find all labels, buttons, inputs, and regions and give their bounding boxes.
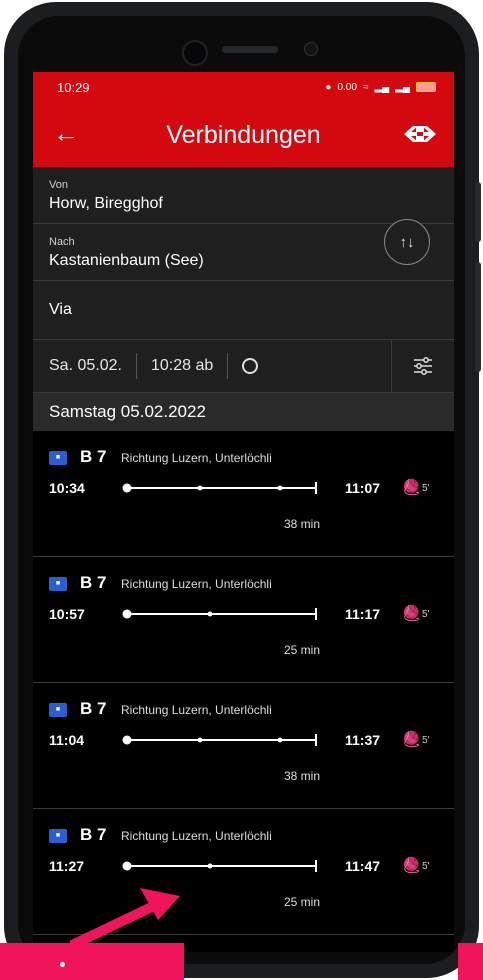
direction: Richtung Luzern, Unterlöchli xyxy=(121,577,272,591)
divider xyxy=(135,353,137,379)
bus-icon: ■ xyxy=(49,451,67,465)
pedestrian-icon: 🧶 xyxy=(402,605,421,622)
volume-button xyxy=(475,262,481,372)
route-form: Von Horw, Biregghof Nach Kastanienbaum (… xyxy=(33,167,454,393)
annotation-bar-right xyxy=(458,943,483,980)
wifi-icon: ≈ xyxy=(362,81,369,93)
connection-list: ■ B 7 Richtung Luzern, Unterlöchli 10:34… xyxy=(33,431,454,935)
line-number: B 7 xyxy=(80,825,107,844)
earpiece-speaker xyxy=(222,46,278,53)
from-value: Horw, Biregghof xyxy=(49,195,163,212)
via-field[interactable]: Via xyxy=(33,281,454,340)
pedestrian-icon: 🧶 xyxy=(402,479,421,496)
filter-sliders-icon xyxy=(414,357,432,375)
from-field[interactable]: Von Horw, Biregghof xyxy=(33,167,454,224)
walk-minutes: 5' xyxy=(422,609,430,620)
duration: 38 min xyxy=(283,769,320,783)
swap-vertical-icon[interactable]: ↑↓ xyxy=(384,219,430,265)
to-value: Kastanienbaum (See) xyxy=(49,252,204,269)
bus-icon: ■ xyxy=(49,577,67,591)
connection-item[interactable]: ■ B 7 Richtung Luzern, Unterlöchli 10:57… xyxy=(33,557,454,683)
arrival-time: 11:37 xyxy=(345,732,381,748)
annotation-dot xyxy=(60,962,65,967)
connection-item[interactable]: ■ B 7 Richtung Luzern, Unterlöchli 10:34… xyxy=(33,431,454,557)
status-icons: ● 0.00 ≈ ▂▄ ▂▄ xyxy=(325,82,436,93)
route-track xyxy=(122,608,317,620)
date-time-bar: Sa. 05.02. 10:28 ab xyxy=(33,340,454,393)
route-track xyxy=(122,734,317,746)
direction: Richtung Luzern, Unterlöchli xyxy=(121,829,272,843)
pedestrian-icon: 🧶 xyxy=(402,731,421,748)
power-button xyxy=(475,182,481,242)
history-icon[interactable] xyxy=(242,358,259,374)
filter-button[interactable] xyxy=(391,340,454,392)
line-number: B 7 xyxy=(80,447,107,466)
time-selector[interactable]: 10:28 ab xyxy=(151,357,213,375)
via-label: Via xyxy=(49,301,72,318)
duration: 25 min xyxy=(283,895,320,909)
arrival-time: 11:47 xyxy=(345,858,381,874)
pedestrian-icon: 🧶 xyxy=(402,857,421,874)
annotation-bar-left xyxy=(0,943,184,980)
page-title: Verbindungen xyxy=(166,121,321,149)
data-speed: 0.00 xyxy=(337,81,357,93)
route-track xyxy=(122,482,317,494)
proximity-sensor xyxy=(304,42,318,56)
connection-item[interactable]: ■ B 7 Richtung Luzern, Unterlöchli 11:04… xyxy=(33,683,454,809)
annotation-arrow-icon xyxy=(70,888,180,948)
walk-minutes: 5' xyxy=(422,483,430,494)
app-screen: 10:29 ● 0.00 ≈ ▂▄ ▂▄ ← Verbindungen Von … xyxy=(33,72,454,952)
status-time: 10:29 xyxy=(57,79,90,95)
arrival-time: 11:07 xyxy=(345,480,381,496)
direction: Richtung Luzern, Unterlöchli xyxy=(121,451,272,465)
battery-icon xyxy=(416,82,436,92)
signal-icon: ▂▄ xyxy=(374,81,390,93)
status-bar: 10:29 ● 0.00 ≈ ▂▄ ▂▄ xyxy=(33,72,454,102)
bus-icon: ■ xyxy=(49,829,67,843)
departure-time: 11:27 xyxy=(49,858,85,874)
location-icon: ● xyxy=(325,81,332,93)
departure-time: 10:57 xyxy=(49,606,85,622)
day-header: Samstag 05.02.2022 xyxy=(33,393,454,431)
front-camera xyxy=(182,40,208,66)
departure-time: 11:04 xyxy=(49,732,85,748)
divider xyxy=(227,353,229,379)
line-number: B 7 xyxy=(80,573,107,592)
line-number: B 7 xyxy=(80,699,107,718)
walk-minutes: 5' xyxy=(422,735,430,746)
app-bar: ← Verbindungen xyxy=(33,102,454,167)
date-selector[interactable]: Sa. 05.02. xyxy=(33,357,122,375)
direction: Richtung Luzern, Unterlöchli xyxy=(121,703,272,717)
to-label: Nach xyxy=(49,236,75,248)
arrival-time: 11:17 xyxy=(345,606,381,622)
signal-icon-2: ▂▄ xyxy=(395,81,410,93)
route-track xyxy=(122,860,317,872)
bus-icon: ■ xyxy=(49,703,67,717)
from-label: Von xyxy=(49,179,68,191)
departure-time: 10:34 xyxy=(49,480,85,496)
duration: 25 min xyxy=(283,643,320,657)
duration: 38 min xyxy=(283,517,320,531)
walk-minutes: 5' xyxy=(422,861,430,872)
sbb-logo-icon[interactable] xyxy=(404,124,436,144)
